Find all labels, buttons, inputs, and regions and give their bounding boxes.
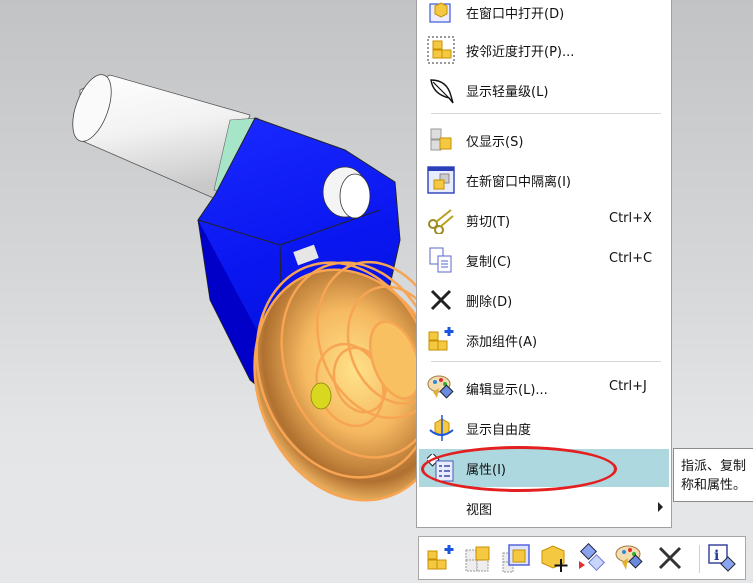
menu-item-open-in-window[interactable]: 在窗口中打开(D) (419, 0, 669, 31)
degrees-of-freedom-icon (427, 414, 455, 442)
replace-reference-icon (579, 543, 605, 571)
menu-item-isolate-new-window[interactable]: 在新窗口中隔离(I) (419, 161, 669, 199)
pin-part[interactable] (310, 382, 332, 410)
menu-item-properties[interactable]: 属性(I) (419, 449, 669, 487)
menu-item-label: 在新窗口中隔离(I) (466, 175, 571, 190)
toolbar-delete-button[interactable] (655, 543, 685, 573)
menu-item-label: 按邻近度打开(P)... (466, 45, 575, 60)
menu-item-label: 编辑显示(L)... (466, 383, 548, 398)
menu-item-add-component[interactable]: 添加组件(A) (419, 321, 669, 359)
menu-item-delete[interactable]: 删除(D) (419, 281, 669, 319)
info-icon: i (708, 544, 736, 572)
menu-item-label: 删除(D) (466, 295, 513, 310)
toolbar-replace-reference-button[interactable] (577, 543, 607, 573)
properties-tooltip: 指派、复制 称和属性。 (673, 448, 753, 502)
menu-item-open-by-proximity[interactable]: 按邻近度打开(P)... (419, 31, 669, 69)
menu-item-label: 仅显示(S) (466, 135, 524, 150)
palette-icon (427, 374, 455, 402)
menu-separator (431, 113, 661, 114)
menu-item-label: 视图 (466, 503, 493, 518)
menu-item-label: 复制(C) (466, 255, 512, 270)
toolbar-information-button[interactable]: i (707, 543, 737, 573)
open-in-window-icon (427, 0, 455, 26)
svg-text:i: i (714, 548, 719, 564)
toolbar-add-component-button[interactable] (425, 543, 455, 573)
toolbar-edit-display-button[interactable] (615, 543, 645, 573)
menu-item-show-lightweight[interactable]: 显示轻量级(L) (419, 71, 669, 109)
properties-icon (425, 452, 455, 482)
toolbar-move-component-button[interactable] (539, 543, 569, 573)
menu-item-show-dof[interactable]: 显示自由度 (419, 409, 669, 447)
menu-item-show-only[interactable]: 仅显示(S) (419, 121, 669, 159)
proximity-open-icon (427, 36, 455, 64)
menu-item-cut[interactable]: 剪切(T) Ctrl+X (419, 201, 669, 239)
toolbar-isolate-button[interactable] (501, 543, 531, 573)
menu-item-shortcut: Ctrl+C (609, 251, 653, 266)
menu-item-edit-display[interactable]: 编辑显示(L)... Ctrl+J (419, 369, 669, 407)
menu-item-label: 属性(I) (466, 463, 506, 478)
toolbar-separator (699, 545, 700, 573)
add-component-icon (427, 326, 455, 354)
isolate-window-icon (502, 544, 530, 573)
delete-x-icon (658, 546, 682, 570)
copy-icon (427, 246, 455, 274)
context-menu: 在窗口中打开(D) 按邻近度打开(P)... 显示轻量级(L) 仅显示(S) 在… (416, 0, 672, 528)
move-component-icon (541, 545, 568, 572)
menu-item-label: 在窗口中打开(D) (466, 7, 565, 22)
feather-icon (427, 76, 455, 104)
show-only-icon (465, 546, 490, 572)
menu-item-copy[interactable]: 复制(C) Ctrl+C (419, 241, 669, 279)
delete-x-icon (427, 286, 455, 314)
menu-item-label: 添加组件(A) (466, 335, 538, 350)
toolbar-show-only-button[interactable] (463, 543, 493, 573)
scissors-icon (427, 206, 455, 235)
menu-item-shortcut: Ctrl+J (609, 379, 647, 394)
menu-item-label: 显示轻量级(L) (466, 85, 549, 100)
submenu-arrow-icon (658, 502, 663, 512)
palette-icon (615, 545, 643, 570)
show-only-icon (427, 126, 455, 154)
add-component-icon (427, 545, 454, 570)
menu-item-shortcut: Ctrl+X (609, 211, 652, 226)
menu-item-view[interactable]: 视图 (419, 489, 669, 527)
isolate-window-icon (427, 166, 455, 194)
menu-separator (431, 361, 661, 362)
menu-item-label: 剪切(T) (466, 215, 511, 230)
mini-toolbar: i (418, 536, 746, 580)
menu-item-label: 显示自由度 (466, 423, 532, 438)
